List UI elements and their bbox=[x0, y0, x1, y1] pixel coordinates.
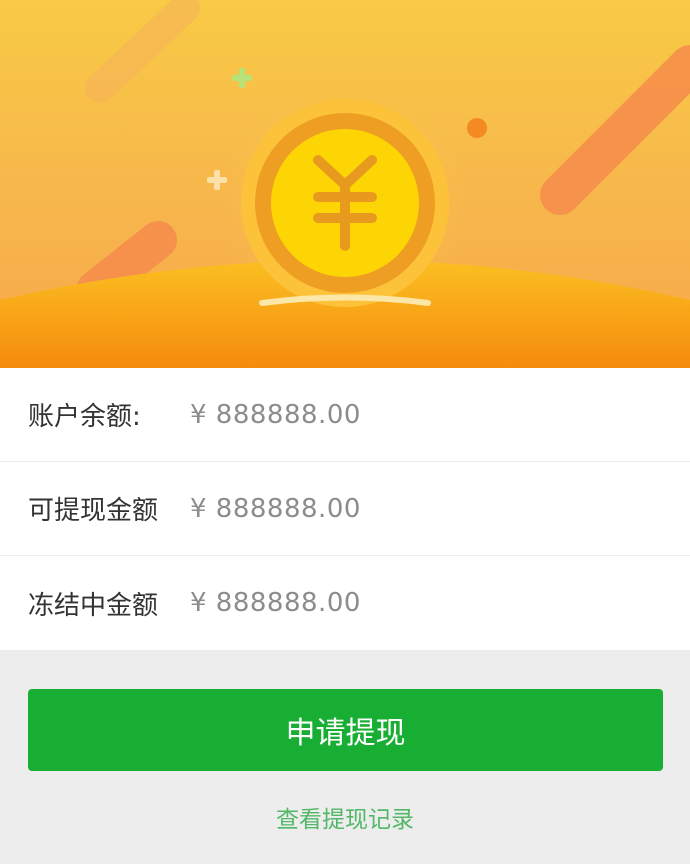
decor-streak-top-left bbox=[85, 0, 200, 103]
balance-list: 账户余额: ¥ 888888.00 可提现金额 ¥ 888888.00 冻结中金… bbox=[0, 368, 690, 650]
decor-streak-right bbox=[540, 45, 690, 215]
yuan-coin-icon bbox=[241, 99, 449, 307]
withdraw-page: 账户余额: ¥ 888888.00 可提现金额 ¥ 888888.00 冻结中金… bbox=[0, 0, 690, 864]
withdrawable-value: ¥ 888888.00 bbox=[190, 493, 361, 524]
frozen-value: ¥ 888888.00 bbox=[190, 588, 361, 618]
balance-value: ¥ 888888.00 bbox=[190, 399, 361, 430]
sparkle-icon-green bbox=[232, 68, 252, 88]
decor-dot bbox=[467, 118, 487, 138]
balance-row-frozen: 冻结中金额 ¥ 888888.00 bbox=[0, 556, 690, 650]
withdrawable-label: 可提现金额 bbox=[28, 496, 159, 526]
balance-row-withdrawable: 可提现金额 ¥ 888888.00 bbox=[0, 462, 690, 556]
view-withdraw-records-link[interactable]: 查看提现记录 bbox=[0, 800, 690, 834]
apply-withdraw-button[interactable]: 申请提现 bbox=[28, 689, 663, 771]
balance-label: 账户余额: bbox=[28, 402, 141, 432]
hero-illustration bbox=[0, 0, 690, 368]
balance-row-account: 账户余额: ¥ 888888.00 bbox=[0, 368, 690, 462]
hero-banner bbox=[0, 0, 690, 368]
frozen-label: 冻结中金额 bbox=[28, 590, 159, 621]
